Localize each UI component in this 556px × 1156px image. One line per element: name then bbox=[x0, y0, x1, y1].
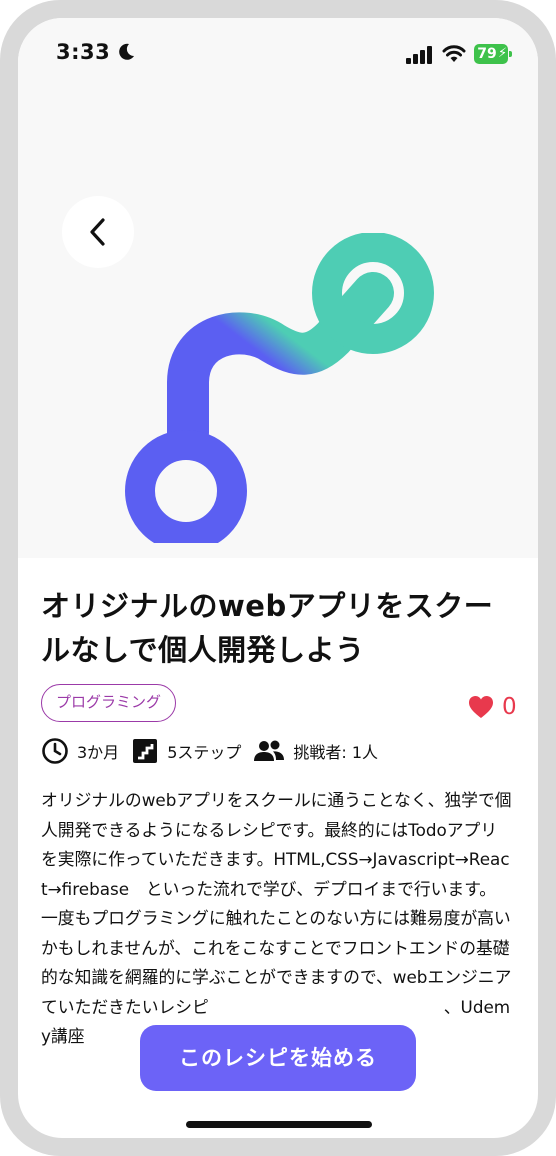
chevron-left-icon bbox=[90, 218, 105, 246]
battery-icon: 79 ⚡ bbox=[474, 44, 512, 64]
recipe-description: オリジナルのwebアプリをスクールに通うことなく、独学で個人開発できるようになる… bbox=[41, 790, 538, 1046]
wifi-icon bbox=[442, 45, 466, 62]
duration-text: 3か月 bbox=[77, 743, 120, 762]
start-recipe-button[interactable]: このレシピを始める bbox=[140, 1025, 416, 1091]
stairs-icon bbox=[133, 739, 158, 763]
signal-icon bbox=[406, 46, 432, 64]
recipe-title: オリジナルのwebアプリをスクールなしで個人開発しよう bbox=[41, 589, 494, 667]
people-icon bbox=[254, 740, 285, 761]
status-time: 3:33 bbox=[56, 40, 111, 64]
category-chip[interactable]: プログラミング bbox=[41, 684, 177, 722]
steps-meta: 5ステップ bbox=[131, 737, 241, 765]
like-count: 0 bbox=[502, 694, 517, 720]
clock-icon bbox=[42, 738, 68, 764]
device-frame: 3:33 79 ⚡ オリジナルのwebアプリをスクールなしで個人開発しよう プロ… bbox=[0, 0, 556, 1156]
route-path-illustration bbox=[125, 233, 434, 543]
back-button[interactable] bbox=[62, 196, 134, 268]
screen: 3:33 79 ⚡ オリジナルのwebアプリをスクールなしで個人開発しよう プロ… bbox=[18, 18, 538, 1138]
like-button[interactable]: 0 bbox=[468, 692, 517, 722]
moon-icon bbox=[119, 43, 134, 60]
status-bar: 3:33 79 ⚡ bbox=[18, 18, 538, 88]
home-indicator[interactable] bbox=[186, 1121, 372, 1128]
bolt-icon: ⚡ bbox=[498, 46, 508, 61]
battery-level: 79 bbox=[477, 46, 497, 62]
challengers-meta: 挑戦者: 1人 bbox=[253, 737, 378, 765]
duration-meta: 3か月 bbox=[41, 737, 119, 765]
steps-text: 5ステップ bbox=[167, 743, 242, 762]
hero-image bbox=[18, 88, 538, 558]
heart-icon bbox=[469, 696, 493, 718]
recipe-meta: 3か月 5ステップ 挑戦者: 1人 bbox=[41, 736, 390, 766]
challengers-text: 挑戦者: 1人 bbox=[293, 743, 379, 762]
